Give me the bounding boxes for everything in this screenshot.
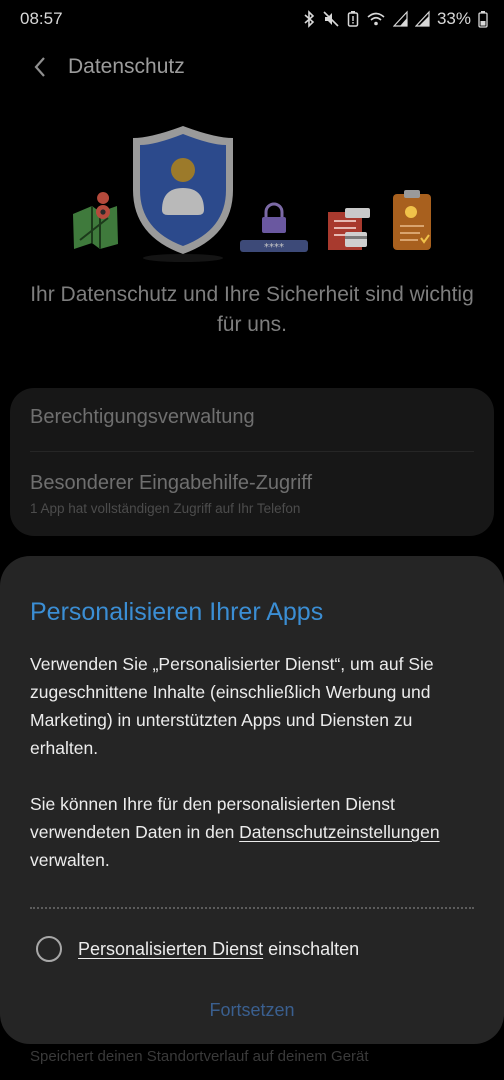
app-bar: Datenschutz bbox=[0, 44, 504, 90]
personalized-service-link[interactable]: Personalisierten Dienst bbox=[78, 939, 263, 959]
continue-button[interactable]: Fortsetzen bbox=[152, 1000, 352, 1030]
dotted-divider bbox=[30, 907, 474, 909]
receipt-card-icon bbox=[328, 208, 370, 250]
personalized-service-label: Personalisierten Dienst einschalten bbox=[78, 939, 359, 960]
privacy-headline: Ihr Datenschutz und Ihre Sicherheit sind… bbox=[30, 283, 474, 336]
settings-card: Berechtigungsverwaltung Besonderer Einga… bbox=[10, 388, 494, 536]
personalized-service-toggle[interactable]: Personalisierten Dienst einschalten bbox=[36, 936, 359, 962]
divider bbox=[30, 451, 474, 452]
accessibility-access-label: Besonderer Eingabehilfe-Zugriff bbox=[30, 472, 313, 494]
clipboard-icon bbox=[393, 190, 431, 250]
privacy-info-suffix: verwalten. bbox=[30, 850, 110, 870]
battery-icon bbox=[478, 11, 488, 28]
privacy-illustration: **** bbox=[73, 126, 431, 262]
password-lock-icon: **** bbox=[240, 202, 308, 253]
signal-icon-2 bbox=[414, 10, 430, 27]
page-title: Datenschutz bbox=[68, 55, 185, 78]
dialog-privacy-info: Sie können Ihre für den personalisierten… bbox=[30, 790, 480, 874]
battery-alert-icon bbox=[347, 11, 359, 27]
pin-code-text: **** bbox=[264, 242, 284, 253]
back-button[interactable] bbox=[20, 47, 60, 87]
personalization-dialog: Personalisieren Ihrer Apps Verwenden Sie… bbox=[0, 556, 504, 1044]
location-history-text: Speichert deinen Standortverlauf auf dei… bbox=[30, 1048, 369, 1065]
map-icon bbox=[73, 192, 118, 249]
status-time: 08:57 bbox=[20, 9, 63, 28]
wifi-icon bbox=[367, 12, 385, 26]
accessibility-access-summary: 1 App hat vollständigen Zugriff auf Ihr … bbox=[30, 501, 301, 516]
permission-manager-item[interactable]: Berechtigungsverwaltung bbox=[30, 406, 474, 429]
status-icons: 33% bbox=[303, 9, 488, 29]
shield-icon bbox=[133, 126, 233, 262]
status-bar: 08:57 33% bbox=[0, 0, 504, 38]
privacy-settings-link[interactable]: Datenschutzeinstellungen bbox=[239, 822, 439, 842]
permission-manager-label: Berechtigungsverwaltung bbox=[30, 406, 255, 428]
bluetooth-icon bbox=[304, 10, 315, 28]
dialog-description: Verwenden Sie „Personalisierter Dienst“,… bbox=[30, 654, 434, 758]
signal-icon bbox=[392, 10, 408, 27]
dialog-title: Personalisieren Ihrer Apps bbox=[30, 598, 324, 626]
battery-percent: 33% bbox=[436, 9, 471, 28]
radio-button[interactable] bbox=[36, 936, 62, 962]
mute-icon bbox=[323, 11, 339, 27]
accessibility-access-item[interactable]: Besonderer Eingabehilfe-Zugriff 1 App ha… bbox=[30, 472, 474, 516]
toggle-suffix: einschalten bbox=[263, 938, 360, 959]
chevron-left-icon bbox=[34, 57, 45, 77]
